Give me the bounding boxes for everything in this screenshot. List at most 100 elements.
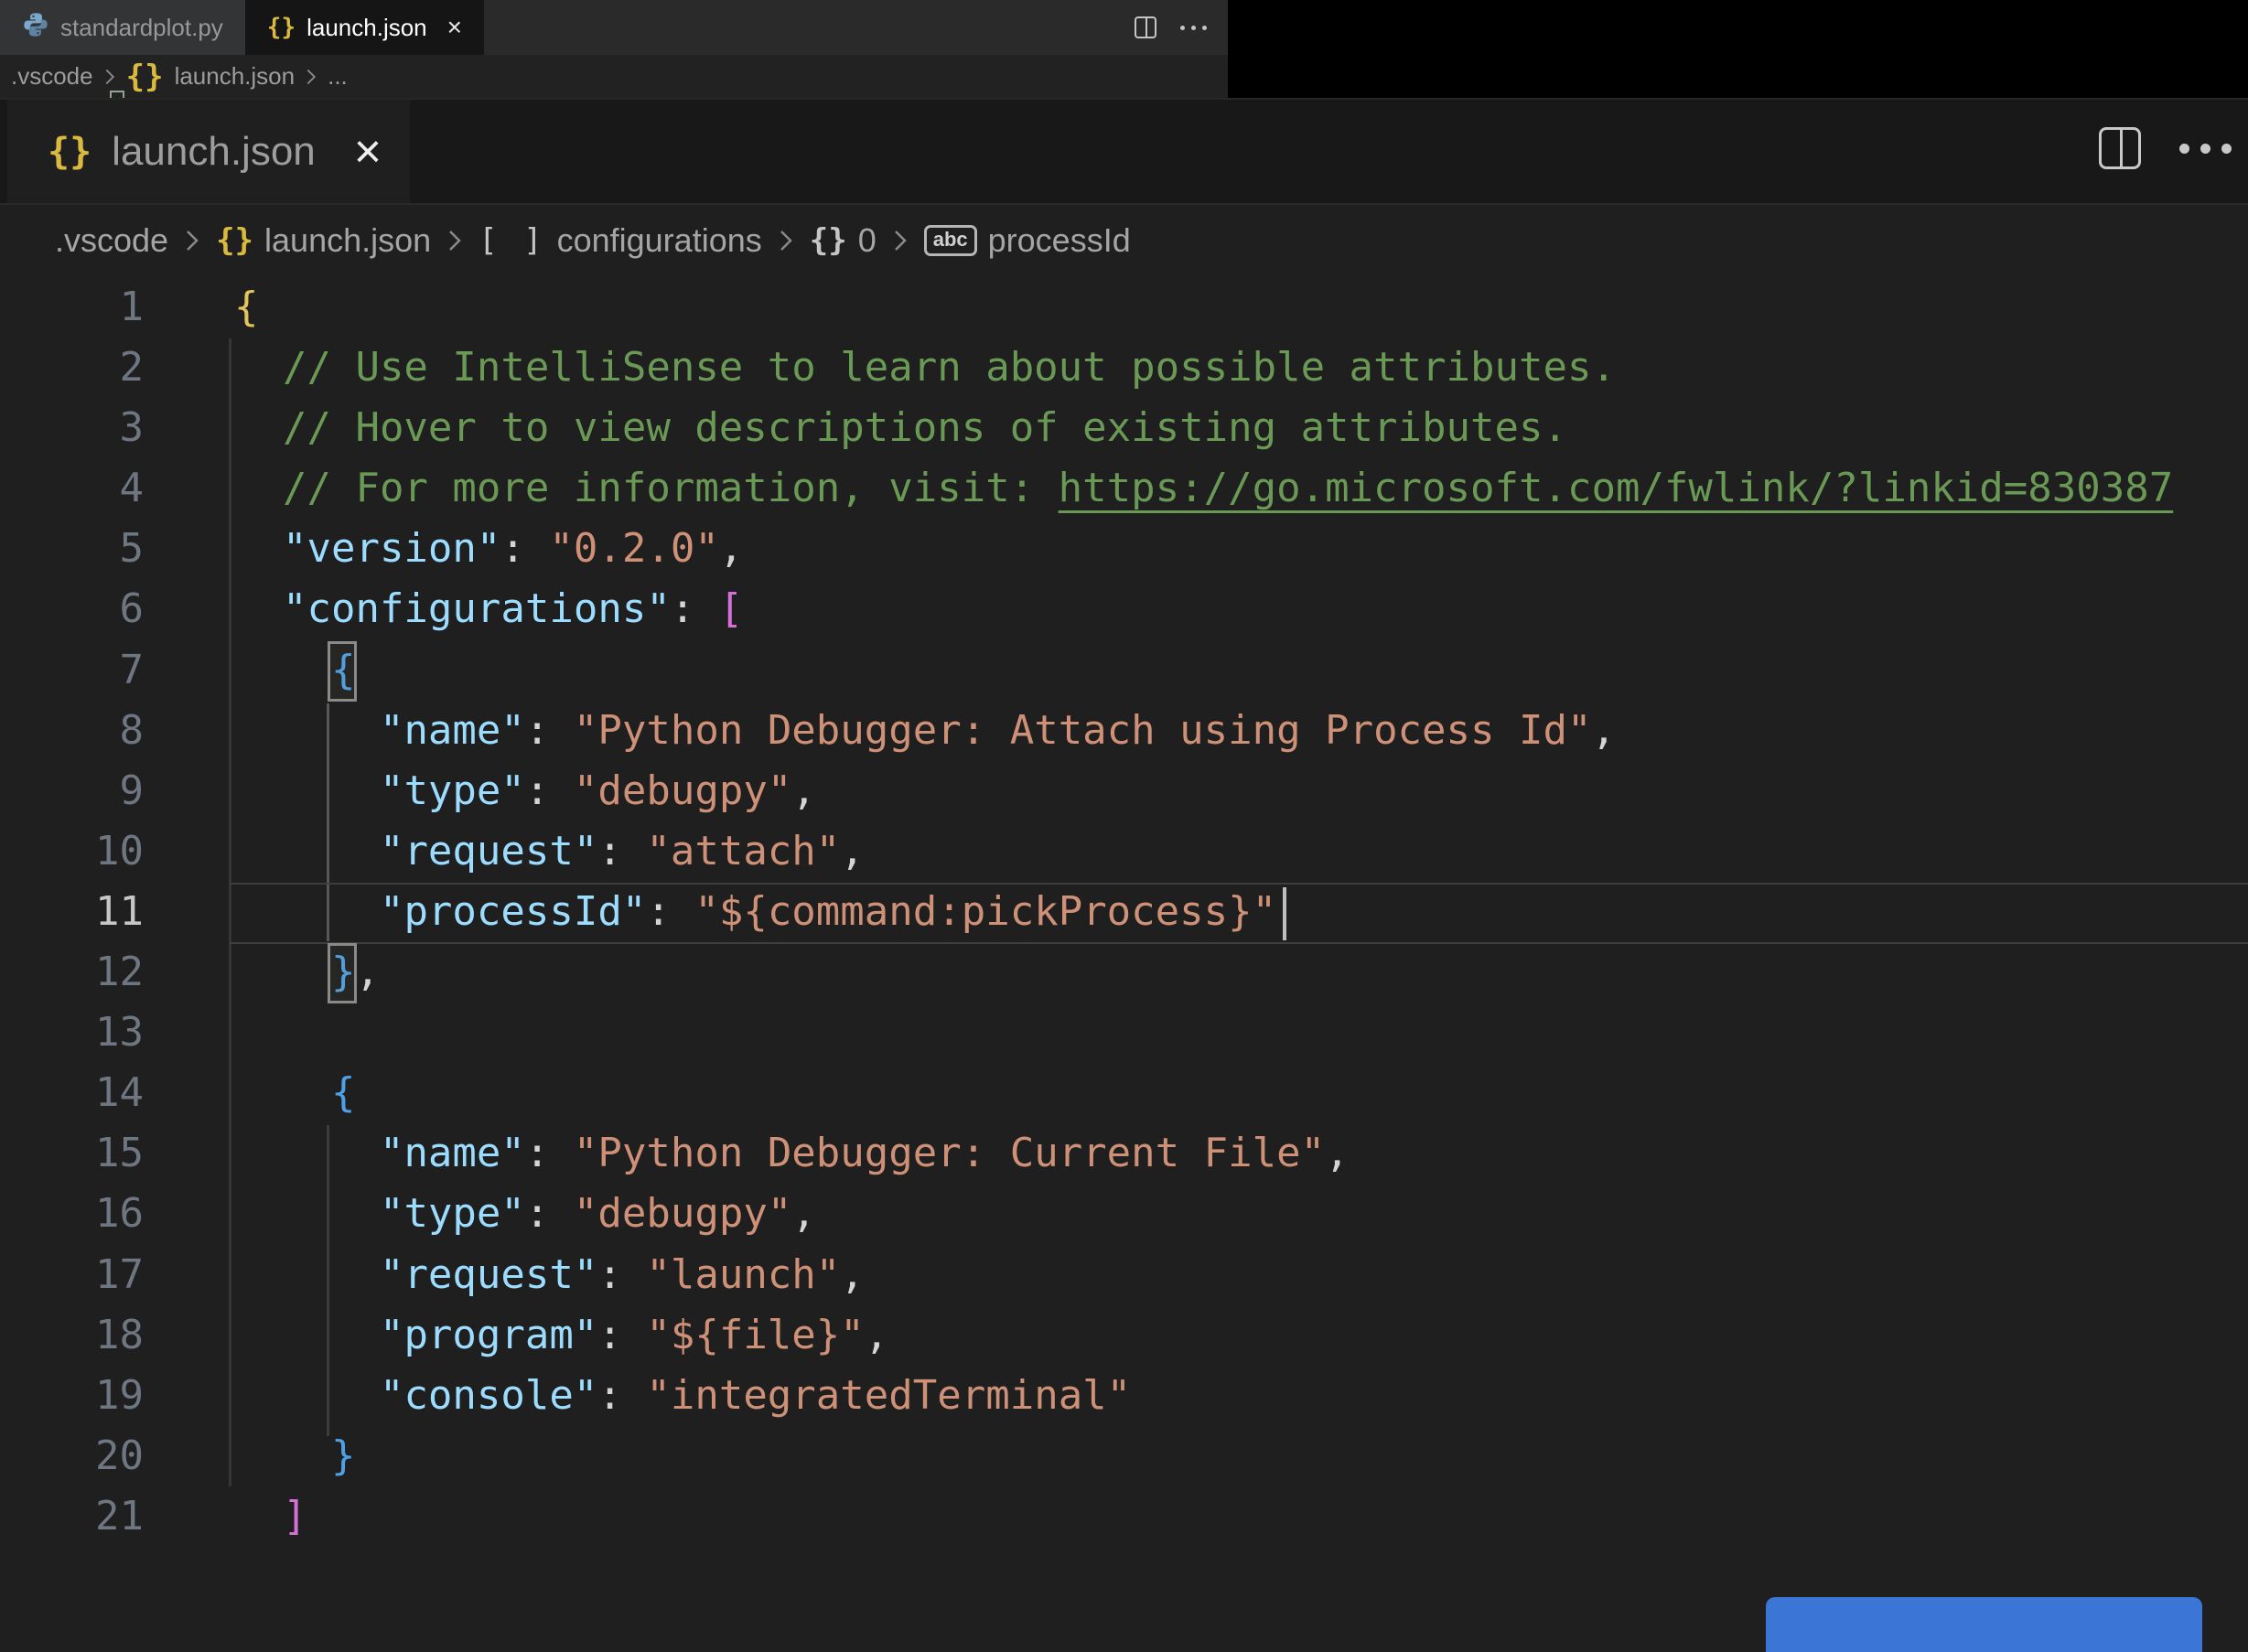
line-number: 8 — [119, 706, 145, 754]
add-configuration-button-partial[interactable] — [1766, 1597, 2202, 1652]
code-line: 20 } — [0, 1426, 2248, 1486]
code-line-content[interactable]: { — [144, 277, 259, 338]
editor-actions — [1135, 0, 1207, 55]
breadcrumb-label: .vscode — [11, 62, 93, 90]
json-braces-icon: {} — [266, 14, 296, 41]
link[interactable]: https://go.microsoft.com/fwlink/?linkid=… — [1059, 465, 2174, 511]
code-line-content[interactable]: "console": "integratedTerminal" — [144, 1366, 1131, 1426]
breadcrumb-item--vscode[interactable]: .vscode — [55, 221, 168, 260]
code-line: 5 "version": "0.2.0", — [0, 519, 2248, 579]
code-line-content[interactable] — [144, 1003, 234, 1063]
code-token: "version" — [282, 525, 501, 573]
more-actions-icon[interactable] — [1180, 25, 1207, 30]
code-token: : — [524, 706, 574, 754]
close-icon[interactable]: × — [447, 15, 462, 40]
line-number: 20 — [95, 1432, 144, 1479]
code-line-content[interactable]: "name": "Python Debugger: Attach using P… — [144, 701, 1616, 761]
code-line: 6 "configurations": [ — [0, 579, 2248, 639]
breadcrumb-label: launch.json — [174, 62, 296, 90]
breadcrumb-item-launch-json[interactable]: {} launch.json — [126, 59, 296, 95]
breadcrumb-item-processId[interactable]: abc processId — [923, 221, 1131, 260]
zoomed-tab-strip: {} launch.json × — [0, 100, 2248, 205]
code-line-content[interactable]: // For more information, visit: https://… — [144, 458, 2173, 519]
code-line-content[interactable]: "name": "Python Debugger: Current File", — [144, 1123, 1350, 1184]
code-editor[interactable]: 1{2 // Use IntelliSense to learn about p… — [0, 277, 2248, 1539]
array-symbol-icon: [ ] — [479, 222, 546, 259]
line-number: 2 — [119, 344, 145, 392]
code-line: 13 — [0, 1003, 2248, 1063]
code-line-content[interactable]: // Use IntelliSense to learn about possi… — [144, 338, 1616, 398]
breadcrumb-item-0[interactable]: {} 0 — [810, 221, 877, 260]
line-number: 13 — [95, 1009, 144, 1057]
code-line-content[interactable]: }, — [144, 942, 380, 1003]
code-token: , — [840, 827, 865, 874]
zoomed-editor-actions — [2099, 127, 2232, 169]
tab-label: launch.json — [112, 128, 316, 174]
chevron-right-icon — [185, 227, 199, 254]
line-number: 18 — [95, 1311, 144, 1358]
line-number: 11 — [95, 887, 144, 935]
code-line: 16 "type": "debugpy", — [0, 1184, 2248, 1244]
code-token: "configurations" — [282, 585, 671, 633]
close-icon[interactable]: × — [354, 128, 382, 176]
split-editor-icon[interactable] — [1135, 16, 1156, 38]
code-token: "launch" — [646, 1250, 841, 1298]
code-line-content[interactable]: { — [144, 640, 356, 701]
more-actions-icon[interactable] — [2179, 143, 2232, 154]
code-token: "Python Debugger: Attach using Process I… — [573, 706, 1592, 754]
split-editor-icon[interactable] — [2099, 127, 2141, 169]
breadcrumb-item-configurations[interactable]: [ ] configurations — [479, 221, 762, 260]
code-token: "Python Debugger: Current File" — [573, 1130, 1326, 1177]
code-line-content[interactable]: "type": "debugpy", — [144, 1184, 816, 1244]
breadcrumb-label: ... — [328, 62, 348, 90]
code-line-content[interactable]: ] — [144, 1486, 307, 1547]
code-token: { — [330, 1069, 356, 1117]
code-line-content[interactable]: "version": "0.2.0", — [144, 519, 743, 579]
code-line-content[interactable]: "configurations": [ — [144, 579, 743, 639]
tab-standardplot-py[interactable]: standardplot.py — [0, 0, 245, 55]
code-line-content[interactable]: "program": "${file}", — [144, 1305, 888, 1366]
line-number: 17 — [95, 1250, 144, 1298]
code-line-content[interactable]: { — [144, 1063, 356, 1123]
code-line-content[interactable]: "type": "debugpy", — [144, 761, 816, 821]
breadcrumb: .vscode {} launch.json [ ] configurations {} 0… — [0, 205, 2248, 276]
code-line-content[interactable]: "request": "attach", — [144, 821, 865, 882]
json-braces-icon: {} — [216, 222, 254, 259]
code-line-content[interactable]: "request": "launch", — [144, 1245, 865, 1305]
code-token: , — [1325, 1130, 1350, 1177]
code-line: 2 // Use IntelliSense to learn about pos… — [0, 338, 2248, 398]
breadcrumb: .vscode {} launch.json... — [0, 55, 1228, 98]
tab-launch-json[interactable]: {} launch.json × — [7, 100, 410, 203]
code-token: : — [670, 585, 719, 633]
breadcrumb-item-launch-json[interactable]: {} launch.json — [216, 221, 431, 260]
code-line: 21 ] — [0, 1486, 2248, 1547]
blank-region — [1228, 0, 2248, 98]
code-line-content[interactable]: // Hover to view descriptions of existin… — [144, 398, 1567, 458]
code-line: 10 "request": "attach", — [0, 821, 2248, 882]
code-line-content[interactable]: } — [144, 1426, 356, 1486]
tab-launch-json[interactable]: {} launch.json × — [244, 0, 485, 55]
breadcrumb-item--[interactable]: ... — [328, 62, 348, 91]
code-token: "debugpy" — [573, 767, 792, 814]
chevron-right-icon — [447, 227, 462, 254]
code-token: , — [864, 1311, 889, 1358]
code-token: , — [1591, 706, 1616, 754]
breadcrumb-label: .vscode — [55, 221, 169, 259]
line-number: 9 — [119, 767, 145, 814]
code-line: 9 "type": "debugpy", — [0, 761, 2248, 821]
code-line: 1{ — [0, 277, 2248, 338]
code-token: : — [500, 525, 550, 573]
code-token: "${file}" — [646, 1311, 865, 1358]
code-token: // Use IntelliSense to learn about possi… — [234, 344, 1616, 392]
breadcrumb-item--vscode[interactable]: .vscode — [11, 62, 93, 91]
code-token: "attach" — [646, 827, 841, 874]
line-number: 5 — [119, 525, 145, 573]
code-token: // Hover to view descriptions of existin… — [234, 404, 1567, 452]
code-token: , — [791, 1190, 816, 1238]
